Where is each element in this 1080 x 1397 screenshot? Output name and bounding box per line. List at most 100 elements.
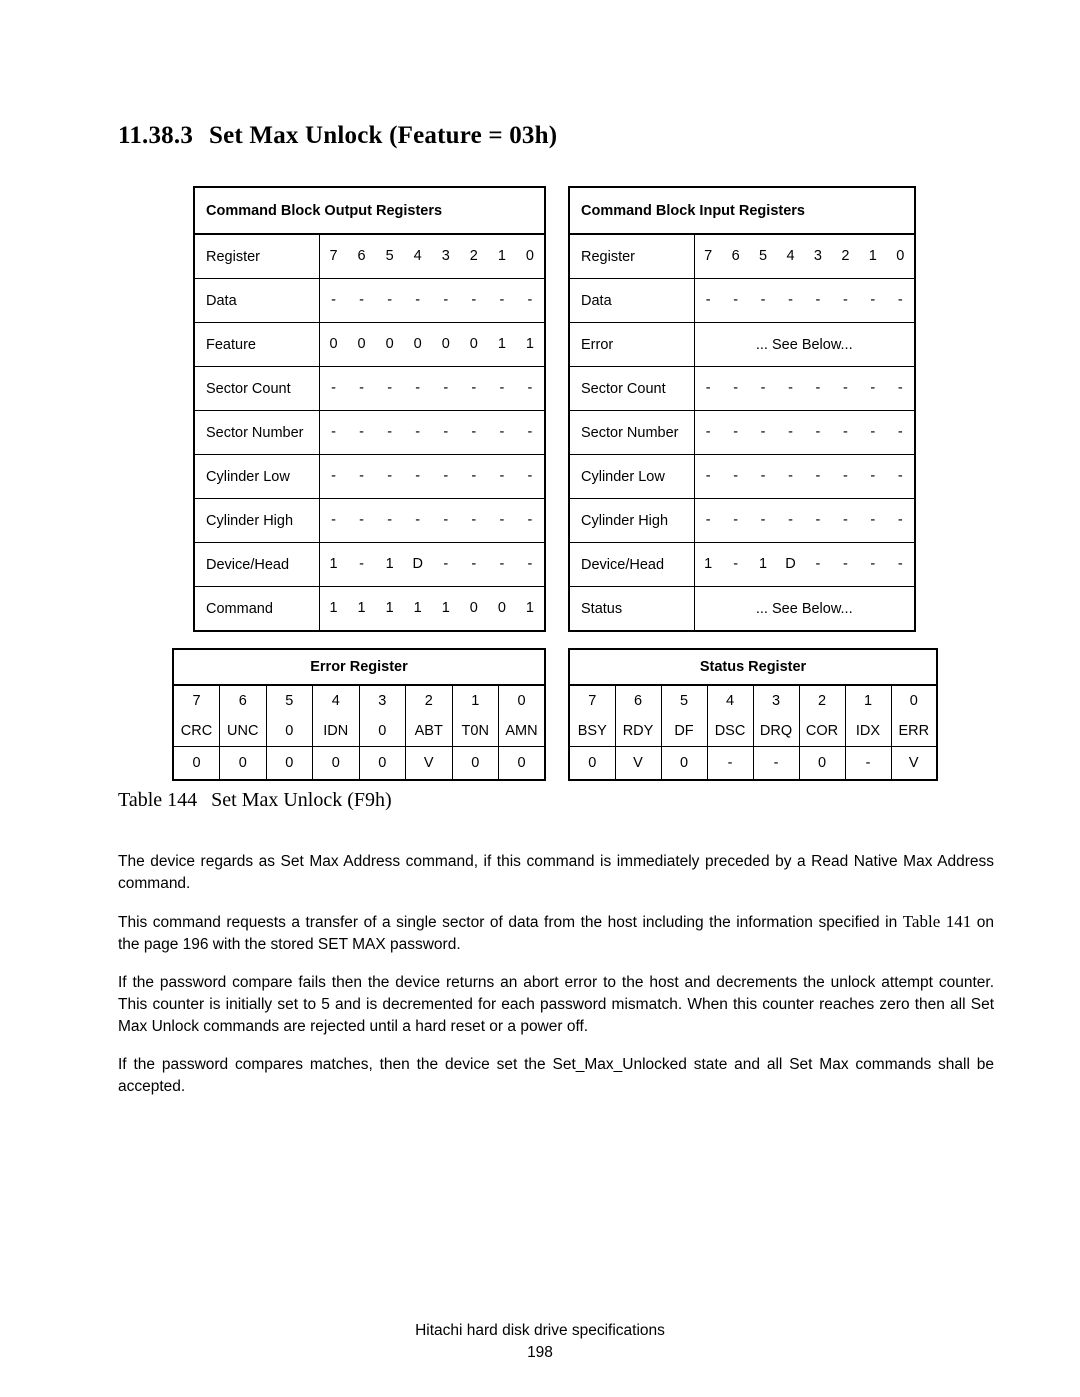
bit-value: - <box>705 292 711 309</box>
bit-number-cell: 2 <box>405 684 453 716</box>
bit-value: - <box>359 468 365 485</box>
register-bits-cell: -------- <box>693 454 916 499</box>
register-bits-cell: 1 1 1 1 1 0 0 1 <box>318 586 546 632</box>
bit-mnemonic-cell: IDX <box>844 716 892 747</box>
status-register-table: Status Register 7 6 5 4 3 2 1 0 BSY RDY DF DSC DRQ COR… <box>568 648 938 781</box>
bit-value: 1 <box>329 556 338 573</box>
see-below-note: ... See Below... <box>755 336 853 353</box>
table-title: Command Block Output Registers <box>193 186 546 235</box>
bit-value: - <box>443 292 449 309</box>
error-register-table: Error Register 7 6 5 4 3 2 1 0 CRC UNC 0 IDN 0 ABT T0N A… <box>172 648 546 781</box>
bit-value: 1 <box>525 336 534 353</box>
bit-value: 1 <box>329 600 338 617</box>
bit-value: 1 <box>868 248 877 265</box>
bit-value: - <box>471 468 477 485</box>
bit-value-cell: - <box>844 746 892 781</box>
bit-value: 1 <box>441 600 450 617</box>
register-bits-cell: -------- <box>318 366 546 411</box>
bit-value: - <box>415 424 421 441</box>
bit-value: 1 <box>385 556 394 573</box>
bit-value: - <box>897 424 903 441</box>
page-footer: Hitachi hard disk drive specifications 1… <box>0 1320 1080 1364</box>
bit-value: 0 <box>469 336 478 353</box>
table-title-row: Command Block Output Registers <box>193 186 546 235</box>
bit-value: - <box>471 512 477 529</box>
table-row: Data - - - - - - - - <box>568 278 916 323</box>
bit-value: 2 <box>469 248 478 265</box>
bit-value: - <box>359 292 365 309</box>
bit-value: 4 <box>413 248 422 265</box>
bit-value: - <box>387 292 393 309</box>
bit-value: - <box>527 292 533 309</box>
bit-value-cell: - <box>752 746 800 781</box>
bit-value: - <box>897 380 903 397</box>
bit-value: - <box>870 556 876 573</box>
table-caption-text: Set Max Unlock (F9h) <box>211 789 392 811</box>
bit-number-cell: 0 <box>890 684 938 716</box>
bit-value: - <box>471 556 477 573</box>
bit-value: - <box>443 468 449 485</box>
bit-value: 7 <box>329 248 338 265</box>
bit-mnemonic-cell: ABT <box>405 716 453 747</box>
bit-mnemonic-cell: ERR <box>890 716 938 747</box>
bit-mnemonic-cell: DF <box>660 716 708 747</box>
register-bits-cell: -------- <box>318 278 546 323</box>
bit-value: - <box>527 468 533 485</box>
register-name-cell: Sector Number <box>193 410 320 455</box>
table-row: Data - - - - - - - - <box>193 278 546 323</box>
bit-value: 5 <box>385 248 394 265</box>
register-bits-cell: -------- <box>318 454 546 499</box>
bit-value: - <box>842 380 848 397</box>
bit-value: - <box>705 380 711 397</box>
register-bits-cell: -------- <box>693 366 916 411</box>
bit-value: - <box>815 556 821 573</box>
bit-value: - <box>415 292 421 309</box>
bit-number-cell: 7 <box>172 684 220 716</box>
bit-value: - <box>387 424 393 441</box>
bit-value: - <box>415 380 421 397</box>
bit-value: - <box>331 512 336 529</box>
register-name-cell: Feature <box>193 322 320 367</box>
bit-value: - <box>842 512 848 529</box>
bit-mnemonic-row: BSY RDY DF DSC DRQ COR IDX ERR <box>568 716 938 747</box>
bit-mnemonic-cell: AMN <box>498 716 546 747</box>
bit-number-cell: 6 <box>219 684 267 716</box>
table-title-row: Command Block Input Registers <box>568 186 916 235</box>
bit-value: 0 <box>896 248 905 265</box>
bit-value-cell: 0 <box>568 746 616 781</box>
bit-value-cell: 0 <box>660 746 708 781</box>
register-name-cell: Cylinder Low <box>568 454 695 499</box>
register-bits-cell: 1-1D---- <box>693 542 916 587</box>
bit-value: - <box>870 292 876 309</box>
bit-value: 3 <box>813 248 822 265</box>
table-row: Sector Number - - - - - - - - <box>568 410 916 455</box>
table-row: Sector Count - - - - - - - - <box>193 366 546 411</box>
paragraph-2: This command requests a transfer of a si… <box>118 911 994 956</box>
bit-value-cell: 0 <box>358 746 406 781</box>
table-row: Command 1 1 1 1 1 0 0 1 <box>193 586 546 632</box>
bit-value: - <box>527 512 533 529</box>
bit-value: - <box>897 292 903 309</box>
bit-value: - <box>815 292 821 309</box>
bit-value: - <box>443 512 449 529</box>
bit-number-cell: 3 <box>752 684 800 716</box>
bit-value-cell: 0 <box>798 746 846 781</box>
bit-mnemonic-cell: CRC <box>172 716 220 747</box>
bit-value: - <box>443 556 449 573</box>
bit-value: 0 <box>385 336 394 353</box>
bit-value: - <box>387 468 393 485</box>
page-number: 198 <box>527 1344 553 1361</box>
bit-value-row: 0V0--0-V <box>568 746 938 781</box>
bit-value-cell: V <box>405 746 453 781</box>
footer-title: Hitachi hard disk drive specifications <box>415 1322 665 1339</box>
table-row: Register 7 6 5 4 3 2 1 0 <box>568 233 916 279</box>
bit-value: - <box>842 292 848 309</box>
register-name-cell: Device/Head <box>568 542 695 587</box>
bit-value: 2 <box>841 248 850 265</box>
bit-value-cell: V <box>890 746 938 781</box>
bit-value: 1 <box>497 336 506 353</box>
bit-value: 1 <box>357 600 366 617</box>
bit-value: - <box>733 292 739 309</box>
bit-value: - <box>760 292 766 309</box>
bit-value: - <box>760 380 766 397</box>
